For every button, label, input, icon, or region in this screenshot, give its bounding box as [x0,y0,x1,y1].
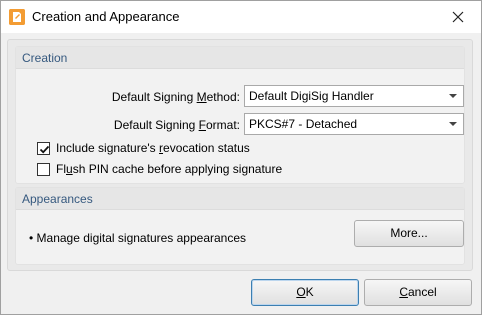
creation-header: Creation [16,47,464,69]
signing-method-select[interactable]: Default DigiSig Handler [244,85,464,107]
flush-pin-checkbox-row[interactable]: Flush PIN cache before applying signatur… [37,162,282,176]
signing-method-value: Default DigiSig Handler [249,89,374,103]
signing-method-label: Default Signing Method: [111,90,240,104]
dialog-window: Creation and Appearance Creation Default… [0,0,482,315]
flush-pin-label: Flush PIN cache before applying signatur… [56,162,283,176]
app-logo-icon [9,9,25,25]
flush-pin-checkbox[interactable] [37,162,50,176]
chevron-down-icon [449,94,457,98]
dialog-body: Creation Default Signing Method: Default… [1,33,481,314]
signing-format-select[interactable]: PKCS#7 - Detached [244,113,464,135]
include-revocation-label: Include signature's revocation status [56,141,250,155]
settings-panel: Creation Default Signing Method: Default… [7,39,473,271]
ok-button[interactable]: OK [251,279,359,306]
include-revocation-checkbox-row[interactable]: Include signature's revocation status [37,141,250,155]
checkmark-icon [39,145,50,153]
creation-group: Creation Default Signing Method: Default… [15,46,465,184]
appearances-header: Appearances [16,188,464,210]
title-bar: Creation and Appearance [1,1,481,33]
signing-format-label: Default Signing Format: [113,118,240,132]
chevron-down-icon [449,122,457,126]
close-button[interactable] [435,1,481,32]
window-title: Creation and Appearance [32,9,180,24]
cancel-button[interactable]: Cancel [364,279,472,306]
signing-format-value: PKCS#7 - Detached [249,117,358,131]
more-button[interactable]: More... [354,220,464,247]
appearances-group: Appearances • Manage digital signatures … [15,187,465,265]
include-revocation-checkbox[interactable] [37,141,50,155]
manage-appearances-text: • Manage digital signatures appearances [29,231,247,245]
close-icon [452,11,464,22]
